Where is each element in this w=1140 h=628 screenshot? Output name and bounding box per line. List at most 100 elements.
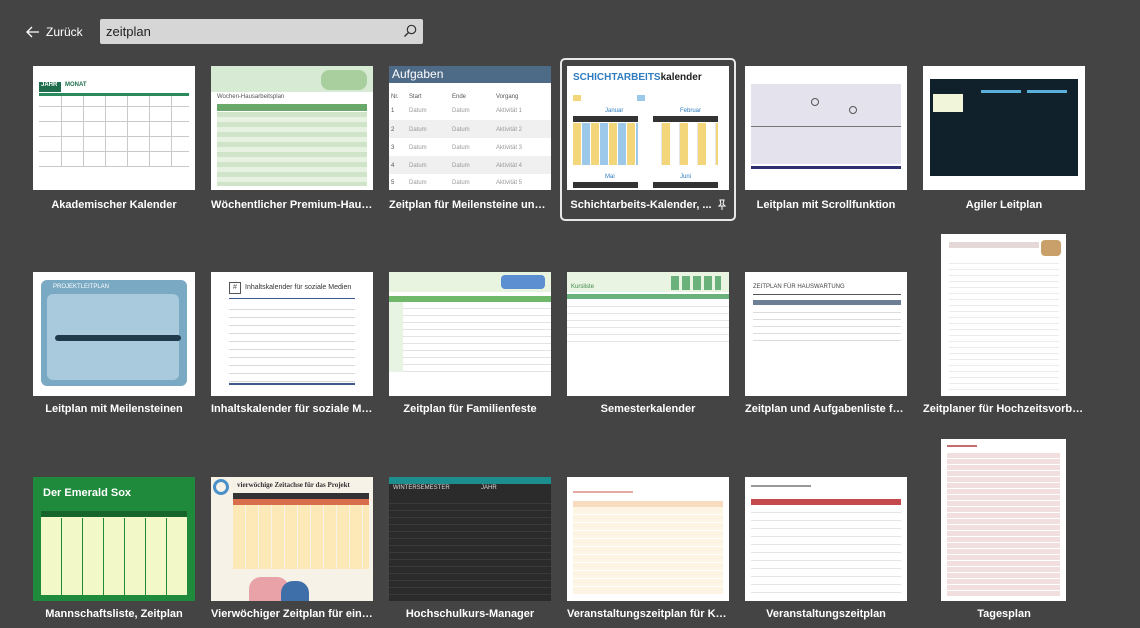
template-label: Zeitplan für Familienfeste: [403, 403, 537, 415]
template-tile-zeitplan-meilensteine[interactable]: Aufgaben Nr. Start Ende Vorgang 1 Datum …: [389, 66, 551, 216]
thumb-schicht-a: SCHICHTARBEITS: [573, 72, 661, 83]
search-box[interactable]: [100, 19, 423, 44]
thumb-cell: Datum: [409, 180, 427, 186]
thumb-cell: Aktivität 4: [496, 163, 523, 169]
template-thumbnail: [745, 66, 907, 190]
thumb-inhalts: Inhaltskalender für soziale Medien: [245, 284, 352, 291]
thumb-cell: 1: [391, 108, 395, 114]
template-thumbnail: ZEITPLAN FÜR HAUSWARTUNG: [745, 272, 907, 396]
template-tile-leitplan-meilensteinen[interactable]: PROJEKTLEITPLAN Leitplan mit Meilenstein…: [33, 272, 195, 422]
thumb-monat: MONAT: [65, 82, 87, 88]
thumb-col: Ende: [452, 94, 467, 100]
template-tile-woechentlicher-premium[interactable]: Wochen-Hausarbeitsplan Wöchentlicher Pre…: [211, 66, 373, 216]
thumb-cell: Datum: [452, 145, 470, 151]
template-label: Mannschaftsliste, Zeitplan: [45, 608, 183, 620]
template-label: Zeitplan für Meilensteine und Aufgaben: [389, 199, 551, 211]
template-thumbnail: Aufgaben Nr. Start Ende Vorgang 1 Datum …: [389, 66, 551, 190]
template-thumbnail: Kursliste: [567, 272, 729, 396]
thumb-cell: 3: [391, 145, 395, 151]
thumb-emerald: Der Emerald Sox: [43, 487, 132, 499]
template-thumbnail: [941, 439, 1066, 601]
template-label: Tagesplan: [977, 608, 1031, 620]
template-label: Veranstaltungszeitplan: [766, 608, 886, 620]
template-thumbnail: # Inhaltskalender für soziale Medien: [211, 272, 373, 396]
thumb-cell: Datum: [409, 108, 427, 114]
thumb-jahr: JAHR: [41, 82, 58, 88]
template-tile-agiler-leitplan[interactable]: Agiler Leitplan: [923, 66, 1085, 216]
template-thumbnail: [745, 477, 907, 601]
template-tile-inhaltskalender[interactable]: # Inhaltskalender für soziale Medien Inh…: [211, 272, 373, 422]
template-label: Zeitplaner für Hochzeitsvorbereitungen: [923, 403, 1085, 415]
template-label: Akademischer Kalender: [51, 199, 177, 211]
thumb-cell: Datum: [409, 163, 427, 169]
thumb-schicht-title: SCHICHTARBEITSkalender: [573, 72, 702, 83]
thumb-aufgaben: Aufgaben: [392, 67, 444, 81]
template-tile-hochzeit[interactable]: Zeitplaner für Hochzeitsvorbereitungen: [923, 234, 1085, 422]
template-label: Wöchentlicher Premium-Hausarbeitsplan: [211, 199, 373, 211]
template-tile-hauswartung[interactable]: ZEITPLAN FÜR HAUSWARTUNG Zeitplan und Au…: [745, 272, 907, 422]
thumb-cell: Datum: [452, 180, 470, 186]
thumb-cell: Aktivität 2: [496, 127, 523, 133]
template-thumbnail: Der Emerald Sox: [33, 477, 195, 601]
back-button[interactable]: Zurück: [26, 22, 83, 42]
template-thumbnail: JAHR MONAT: [33, 66, 195, 190]
template-label: Vierwöchiger Zeitplan für ein Projekt: [211, 608, 373, 620]
template-tile-vierwoechiger-zeitplan[interactable]: vierwöchige Zeitachse für das Projekt Vi…: [211, 477, 373, 627]
template-thumbnail: SCHICHTARBEITSkalender Januar Februar Ma…: [567, 66, 729, 190]
template-tile-semesterkalender[interactable]: Kursliste Semesterkalender: [567, 272, 729, 422]
template-tile-schichtarbeits-kalender[interactable]: SCHICHTARBEITSkalender Januar Februar Ma…: [560, 58, 736, 221]
template-tile-veranstaltung-konferenz[interactable]: Veranstaltungszeitplan für Konferenz: [567, 477, 729, 627]
pin-icon[interactable]: [716, 199, 728, 211]
template-tile-hochschulkurs[interactable]: WINTERSEMESTER JAHR Hochschulkurs-Manage…: [389, 477, 551, 627]
template-thumbnail: vierwöchige Zeitachse für das Projekt: [211, 477, 373, 601]
thumb-cell: Aktivität 1: [496, 108, 523, 114]
thumb-cell: Datum: [409, 145, 427, 151]
thumb-cell: Datum: [409, 127, 427, 133]
thumb-col: Start: [409, 94, 422, 100]
template-label: Schichtarbeits-Kalender, ...: [570, 199, 712, 211]
template-tile-akademischer-kalender[interactable]: JAHR MONAT Akademischer Kalender: [33, 66, 195, 216]
template-tile-tagesplan[interactable]: Tagesplan: [923, 439, 1085, 627]
back-label: Zurück: [46, 25, 83, 39]
thumb-col: Nr.: [391, 94, 399, 100]
template-label: Semesterkalender: [600, 403, 696, 415]
template-label: Veranstaltungszeitplan für Konferenz: [567, 608, 729, 620]
thumb-cell: Datum: [452, 108, 470, 114]
template-thumbnail: WINTERSEMESTER JAHR: [389, 477, 551, 601]
search-icon[interactable]: [403, 24, 417, 38]
template-label: Zeitplan und Aufgabenliste für Hauswartu…: [745, 403, 907, 415]
template-thumbnail: [923, 66, 1085, 190]
thumb-schicht-b: kalender: [660, 72, 702, 83]
thumb-mai: Mai: [605, 174, 615, 180]
template-tile-familienfeste[interactable]: Zeitplan für Familienfeste: [389, 272, 551, 422]
template-label: Leitplan mit Scrollfunktion: [756, 199, 896, 211]
template-label: Inhaltskalender für soziale Medien: [211, 403, 373, 415]
template-thumbnail: [567, 477, 729, 601]
arrow-left-icon: [26, 26, 39, 38]
thumb-vierwoechig: vierwöchige Zeitachse für das Projekt: [237, 481, 350, 489]
thumb-cell: Datum: [452, 163, 470, 169]
thumb-cell: 5: [391, 180, 395, 186]
thumb-februar: Februar: [680, 108, 702, 114]
template-thumbnail: Wochen-Hausarbeitsplan: [211, 66, 373, 190]
thumb-cell: Datum: [452, 127, 470, 133]
thumb-col: Vorgang: [496, 94, 519, 100]
thumb-projektplan: PROJEKTLEITPLAN: [53, 284, 110, 290]
template-tile-leitplan-scrollfunktion[interactable]: Leitplan mit Scrollfunktion: [745, 66, 907, 216]
template-tile-veranstaltungszeitplan[interactable]: Veranstaltungszeitplan: [745, 477, 907, 627]
thumb-cell: 4: [391, 163, 395, 169]
thumb-januar: Januar: [605, 108, 624, 114]
template-thumbnail: [389, 272, 551, 396]
thumb-semester: WINTERSEMESTER: [393, 485, 450, 491]
thumb-kursliste: Kursliste: [571, 284, 595, 290]
thumb-hauswartung: ZEITPLAN FÜR HAUSWARTUNG: [753, 284, 845, 290]
thumb-wochen: Wochen-Hausarbeitsplan: [217, 94, 285, 100]
template-label: Agiler Leitplan: [965, 199, 1043, 211]
template-tile-mannschaftsliste[interactable]: Der Emerald Sox Mannschaftsliste, Zeitpl…: [33, 477, 195, 627]
thumb-cell: Aktivität 5: [496, 180, 523, 186]
search-input[interactable]: [100, 24, 396, 39]
template-thumbnail: [941, 234, 1066, 396]
template-thumbnail: PROJEKTLEITPLAN: [33, 272, 195, 396]
template-label: Hochschulkurs-Manager: [405, 608, 535, 620]
template-label: Leitplan mit Meilensteinen: [45, 403, 183, 415]
